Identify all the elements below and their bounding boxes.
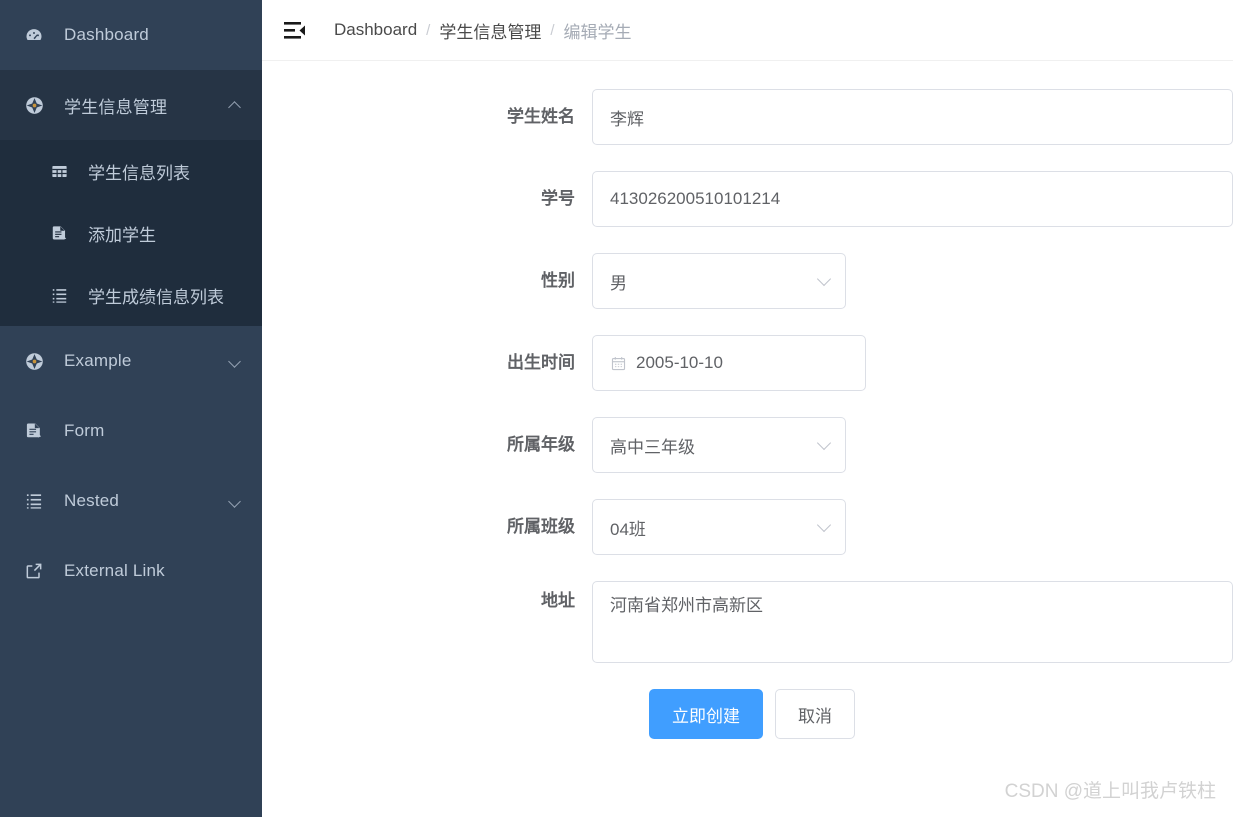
form-label-gender: 性别 xyxy=(541,271,575,290)
breadcrumb: Dashboard / 学生信息管理 / 编辑学生 xyxy=(334,18,632,43)
sidebar-item-label: Dashboard xyxy=(64,25,149,44)
form-actions: 立即创建 取消 xyxy=(262,689,1233,739)
chevron-down-icon xyxy=(818,519,831,532)
form-label-student-name: 学生姓名 xyxy=(507,107,575,126)
dashboard-gauge-icon xyxy=(22,23,46,47)
tree-list-icon xyxy=(48,284,70,306)
app-root: Dashboard 学生信息管理 学生信息列表 添加学生 学生成绩信息列表 Ex… xyxy=(0,0,1233,817)
document-edit-icon xyxy=(22,419,46,443)
compass-icon xyxy=(22,93,46,117)
form-row-grade: 所属年级 高中三年级 xyxy=(262,417,1233,473)
birth-date-value: 2005-10-10 xyxy=(636,353,723,372)
breadcrumb-item-dashboard[interactable]: Dashboard xyxy=(334,20,417,40)
chevron-down-icon xyxy=(228,354,242,368)
main-content: Dashboard / 学生信息管理 / 编辑学生 学生姓名 李辉 学号 413… xyxy=(262,0,1233,817)
sidebar-subitem-add-student[interactable]: 添加学生 xyxy=(0,202,262,264)
sidebar-item-dashboard[interactable]: Dashboard xyxy=(0,0,262,70)
class-value: 04班 xyxy=(610,519,646,539)
form-row-student-name: 学生姓名 李辉 xyxy=(262,89,1233,145)
sidebar: Dashboard 学生信息管理 学生信息列表 添加学生 学生成绩信息列表 Ex… xyxy=(0,0,262,817)
student-name-value: 李辉 xyxy=(610,109,644,129)
sidebar-item-nested[interactable]: Nested xyxy=(0,466,262,536)
sidebar-subitem-student-list[interactable]: 学生信息列表 xyxy=(0,140,262,202)
sidebar-subitem-label: 学生成绩信息列表 xyxy=(88,287,224,307)
grade-select[interactable]: 高中三年级 xyxy=(592,417,846,473)
document-edit-icon xyxy=(48,222,70,244)
sidebar-item-label: Nested xyxy=(64,491,120,510)
form-row-class: 所属班级 04班 xyxy=(262,499,1233,555)
student-id-value: 413026200510101214 xyxy=(610,189,781,208)
breadcrumb-separator: / xyxy=(550,21,555,39)
class-select[interactable]: 04班 xyxy=(592,499,846,555)
chevron-up-icon xyxy=(228,98,242,112)
form-row-student-id: 学号 413026200510101214 xyxy=(262,171,1233,227)
sidebar-subitem-label: 学生信息列表 xyxy=(88,163,190,183)
form-row-birth-date: 出生时间 2005-10-10 xyxy=(262,335,1233,391)
hamburger-collapse-icon[interactable] xyxy=(280,15,310,45)
sidebar-item-label: Example xyxy=(64,351,132,370)
cancel-button[interactable]: 取消 xyxy=(775,689,855,739)
breadcrumb-item-student-info-management[interactable]: 学生信息管理 xyxy=(439,18,541,43)
grade-value: 高中三年级 xyxy=(610,437,695,457)
student-id-input[interactable]: 413026200510101214 xyxy=(592,171,1233,227)
address-textarea[interactable]: 河南省郑州市高新区 xyxy=(592,581,1233,663)
chevron-down-icon xyxy=(228,494,242,508)
sidebar-item-form[interactable]: Form xyxy=(0,396,262,466)
form-label-student-id: 学号 xyxy=(541,189,575,208)
chevron-down-icon xyxy=(818,273,831,286)
table-grid-icon xyxy=(48,160,70,182)
form-row-address: 地址 河南省郑州市高新区 xyxy=(262,581,1233,663)
form-label-grade: 所属年级 xyxy=(507,435,575,454)
form-label-class: 所属班级 xyxy=(507,517,575,536)
calendar-icon xyxy=(610,355,627,372)
external-link-icon xyxy=(22,559,46,583)
tree-list-icon xyxy=(22,489,46,513)
sidebar-item-example[interactable]: Example xyxy=(0,326,262,396)
sidebar-item-label: Form xyxy=(64,421,105,440)
student-name-input[interactable]: 李辉 xyxy=(592,89,1233,145)
birth-date-picker[interactable]: 2005-10-10 xyxy=(592,335,866,391)
sidebar-item-label: 学生信息管理 xyxy=(64,97,168,117)
submit-button[interactable]: 立即创建 xyxy=(649,689,763,739)
address-value: 河南省郑州市高新区 xyxy=(610,596,763,615)
chevron-down-icon xyxy=(818,437,831,450)
form-label-birth-date: 出生时间 xyxy=(507,353,575,372)
breadcrumb-item-edit-student: 编辑学生 xyxy=(563,22,632,42)
breadcrumb-separator: / xyxy=(426,21,431,39)
topbar: Dashboard / 学生信息管理 / 编辑学生 xyxy=(262,0,1233,61)
sidebar-submenu-student-info: 学生信息列表 添加学生 学生成绩信息列表 xyxy=(0,140,262,326)
form-label-address: 地址 xyxy=(541,591,575,610)
form-row-gender: 性别 男 xyxy=(262,253,1233,309)
sidebar-subitem-student-score-list[interactable]: 学生成绩信息列表 xyxy=(0,264,262,326)
edit-student-form: 学生姓名 李辉 学号 413026200510101214 性别 男 出生时间 … xyxy=(262,61,1233,739)
sidebar-item-external-link[interactable]: External Link xyxy=(0,536,262,606)
compass-icon xyxy=(22,349,46,373)
sidebar-item-student-info-management[interactable]: 学生信息管理 xyxy=(0,70,262,140)
sidebar-item-label: External Link xyxy=(64,561,165,580)
gender-select[interactable]: 男 xyxy=(592,253,846,309)
sidebar-subitem-label: 添加学生 xyxy=(88,225,156,245)
gender-value: 男 xyxy=(610,273,627,293)
watermark: CSDN @道上叫我卢铁柱 xyxy=(1004,781,1216,802)
